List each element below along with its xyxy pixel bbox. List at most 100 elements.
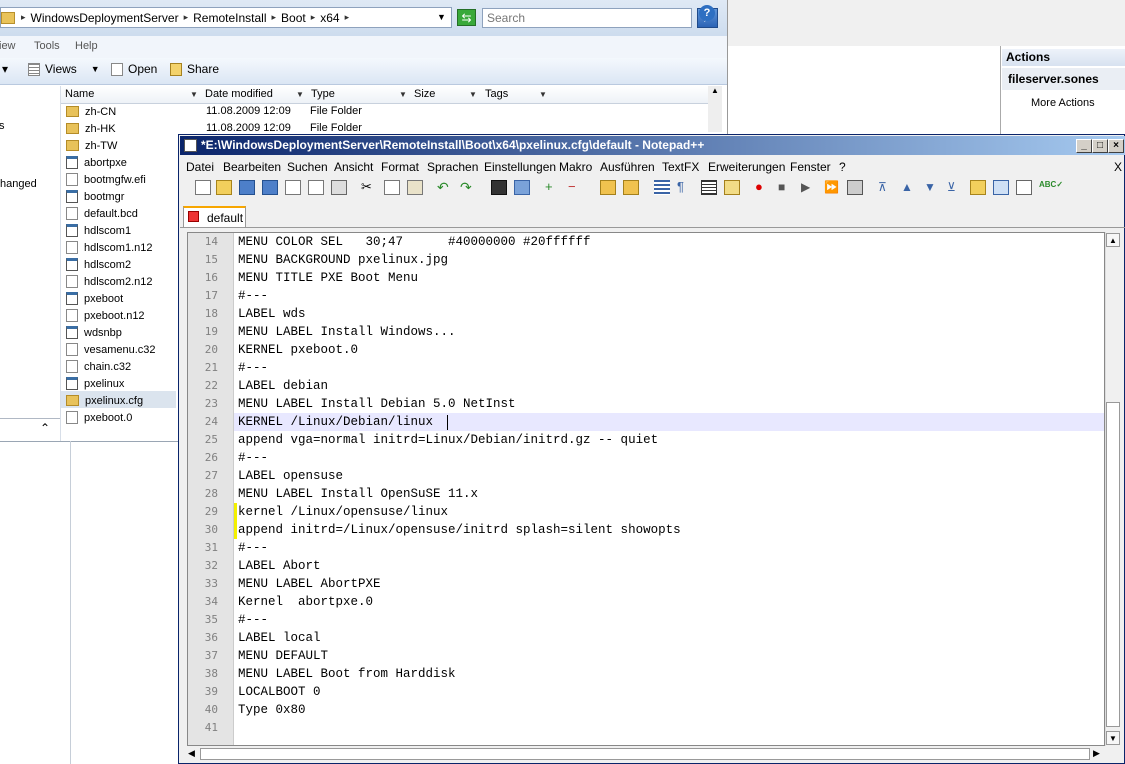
more-actions-link[interactable]: More Actions — [1031, 97, 1095, 109]
breadcrumb-item[interactable]: Boot — [278, 11, 309, 25]
print-icon[interactable] — [331, 180, 347, 195]
column-dropdown-icon[interactable]: ▼ — [190, 90, 198, 99]
scroll-right-icon[interactable]: ▶ — [1093, 748, 1100, 759]
folder-plugin-icon[interactable] — [970, 180, 986, 195]
file-row[interactable]: hdlscom2.n12 — [66, 273, 153, 290]
word-wrap-icon[interactable] — [654, 180, 670, 195]
horizontal-scrollbar-thumb[interactable] — [200, 748, 1090, 760]
scroll-up-icon[interactable]: ▲ — [1106, 233, 1120, 247]
file-row[interactable]: default.bcd — [66, 205, 138, 222]
code-line[interactable]: LABEL opensuse — [238, 467, 343, 485]
column-type[interactable]: Type — [311, 88, 335, 100]
menu-einstellungen[interactable]: Einstellungen — [484, 160, 556, 174]
chevron-right-icon[interactable]: ▸ — [182, 12, 191, 23]
find-icon[interactable] — [491, 180, 507, 195]
maximize-button[interactable]: □ — [1092, 139, 1108, 153]
column-date-modified[interactable]: Date modified — [205, 88, 273, 100]
menu-sprachen[interactable]: Sprachen — [427, 160, 478, 174]
cut-icon[interactable]: ✂ — [361, 180, 377, 195]
code-line[interactable]: MENU LABEL Install Windows... — [238, 323, 456, 341]
expand-all-icon[interactable]: ⊻ — [947, 180, 963, 195]
file-row[interactable]: hdlscom1 — [66, 222, 131, 239]
collapse-all-icon[interactable]: ⊼ — [878, 180, 894, 195]
file-row[interactable]: hdlscom1.n12 — [66, 239, 153, 256]
file-row[interactable]: vesamenu.c32 — [66, 341, 156, 358]
copy-icon[interactable] — [384, 180, 400, 195]
code-line[interactable]: #--- — [238, 539, 268, 557]
chevron-right-icon[interactable]: ▸ — [343, 12, 352, 23]
code-line[interactable]: append initrd=/Linux/opensuse/initrd spl… — [238, 521, 681, 539]
menu-tools[interactable]: Tools — [34, 40, 60, 52]
close-document-button[interactable]: X — [1114, 160, 1122, 174]
code-line[interactable]: MENU TITLE PXE Boot Menu — [238, 269, 418, 287]
code-line[interactable]: MENU COLOR SEL 30;47 #40000000 #20ffffff — [238, 233, 591, 251]
code-line[interactable]: MENU LABEL Install Debian 5.0 NetInst — [238, 395, 516, 413]
menu-format[interactable]: Format — [381, 160, 419, 174]
zoom-out-icon[interactable]: − — [568, 180, 584, 195]
code-line[interactable]: KERNEL pxeboot.0 — [238, 341, 358, 359]
menu-suchen[interactable]: Suchen — [287, 160, 328, 174]
search-input[interactable]: Search — [482, 8, 692, 28]
menu-help[interactable]: ? — [839, 160, 846, 174]
close-button[interactable]: × — [1108, 139, 1124, 153]
breadcrumb-item[interactable]: x64 — [317, 11, 342, 25]
undo-icon[interactable]: ↶ — [437, 180, 453, 195]
code-line[interactable]: LABEL debian — [238, 377, 328, 395]
menu-help[interactable]: Help — [75, 40, 98, 52]
chevron-right-icon[interactable]: ▸ — [270, 12, 279, 23]
code-line[interactable]: LABEL Abort — [238, 557, 321, 575]
fold-up-icon[interactable]: ▲ — [901, 180, 917, 195]
menu-textfx[interactable]: TextFX — [662, 160, 699, 174]
spell-check-icon[interactable]: ABC✓ — [1039, 180, 1063, 195]
column-name[interactable]: Name — [65, 88, 94, 100]
help-icon[interactable]: ? — [699, 5, 715, 21]
record-macro-icon[interactable]: ● — [755, 180, 771, 195]
code-line[interactable]: Type 0x80 — [238, 701, 306, 719]
code-line[interactable]: #--- — [238, 287, 268, 305]
code-line[interactable]: append vga=normal initrd=Linux/Debian/in… — [238, 431, 658, 449]
menu-ausfuehren[interactable]: Ausführen — [600, 160, 655, 174]
open-file-icon[interactable] — [216, 180, 232, 195]
file-row[interactable]: pxeboot.n12 — [66, 307, 145, 324]
explorer-scrollbar[interactable]: ▲ — [708, 86, 722, 132]
redo-icon[interactable]: ↷ — [460, 180, 476, 195]
breadcrumb-item[interactable]: WindowsDeploymentServer — [28, 11, 182, 25]
file-row[interactable]: pxelinux.cfg — [66, 392, 143, 409]
save-macro-icon[interactable] — [847, 180, 863, 195]
file-row[interactable]: pxeboot.0 — [66, 409, 132, 426]
share-button[interactable]: Share — [170, 62, 219, 76]
file-row[interactable]: bootmgr — [66, 188, 124, 205]
menu-makro[interactable]: Makro — [559, 160, 592, 174]
code-line[interactable]: MENU LABEL Boot from Harddisk — [238, 665, 456, 683]
sync-vertical-icon[interactable] — [600, 180, 616, 195]
code-line[interactable]: LABEL local — [238, 629, 321, 647]
file-row[interactable]: zh-TW — [66, 137, 117, 154]
chevron-right-icon[interactable]: ▸ — [309, 12, 318, 23]
code-line[interactable]: #--- — [238, 611, 268, 629]
code-line[interactable]: KERNEL /Linux/Debian/linux — [238, 413, 433, 431]
column-size[interactable]: Size — [414, 88, 435, 100]
file-row[interactable]: zh-HK — [66, 120, 116, 137]
notepad-app-icon[interactable] — [184, 139, 197, 152]
sync-horizontal-icon[interactable] — [623, 180, 639, 195]
run-macro-multiple-icon[interactable]: ⏩ — [824, 180, 840, 195]
menu-view[interactable]: iew — [0, 40, 16, 52]
replace-icon[interactable] — [514, 180, 530, 195]
code-line[interactable]: MENU BACKGROUND pxelinux.jpg — [238, 251, 448, 269]
code-line[interactable]: LOCALBOOT 0 — [238, 683, 321, 701]
column-dropdown-icon[interactable]: ▼ — [539, 90, 547, 99]
file-row[interactable]: zh-CN — [66, 103, 116, 120]
menu-bearbeiten[interactable]: Bearbeiten — [223, 160, 281, 174]
nav-item-partial[interactable]: s — [0, 120, 5, 132]
organize-dropdown-icon[interactable]: ▾ — [2, 62, 8, 76]
column-dropdown-icon[interactable]: ▼ — [399, 90, 407, 99]
breadcrumb-item[interactable]: RemoteInstall — [190, 11, 269, 25]
actions-server-heading[interactable]: fileserver.sones — [1002, 68, 1125, 90]
playback-macro-icon[interactable]: ▶ — [801, 180, 817, 195]
menu-erweiterungen[interactable]: Erweiterungen — [708, 160, 785, 174]
views-button[interactable]: Views ▼ — [28, 62, 100, 76]
show-all-characters-icon[interactable]: ¶ — [677, 180, 693, 195]
file-row[interactable]: wdsnbp — [66, 324, 122, 341]
menu-datei[interactable]: Datei — [186, 160, 214, 174]
save-all-icon[interactable] — [262, 180, 278, 195]
